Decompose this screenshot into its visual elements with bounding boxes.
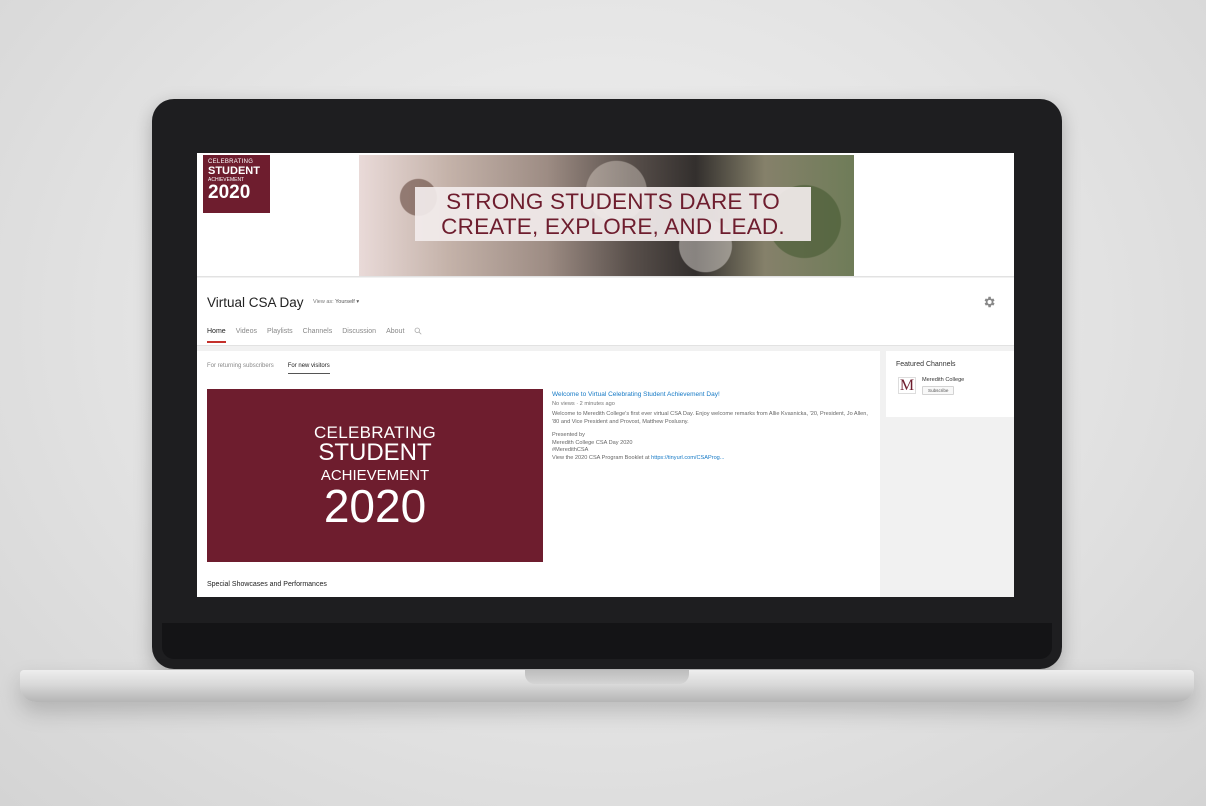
tab-channels[interactable]: Channels: [303, 328, 333, 343]
thumb-line-student: STUDENT: [318, 439, 432, 466]
featured-channels-panel: Featured Channels M Meredith College Sub…: [886, 351, 1014, 417]
laptop-notch: [525, 670, 689, 684]
subtab-new-visitors[interactable]: For new visitors: [287, 363, 330, 374]
csa-logo: CELEBRATING STUDENT ACHIEVEMENT 2020: [203, 155, 270, 213]
logo-line-student: STUDENT: [208, 165, 260, 177]
featured-channels-title: Featured Channels: [896, 361, 956, 368]
video-title-link[interactable]: Welcome to Virtual Celebrating Student A…: [552, 391, 872, 398]
featured-video-info: Welcome to Virtual Celebrating Student A…: [552, 391, 872, 462]
meredith-logo[interactable]: M: [898, 377, 916, 394]
featured-channel-name[interactable]: Meredith College: [922, 377, 964, 383]
logo-line-year: 2020: [208, 182, 251, 203]
booklet-line: View the 2020 CSA Program Booklet at htt…: [552, 455, 872, 463]
main-content: For returning subscribers For new visito…: [197, 351, 880, 597]
search-icon[interactable]: [414, 327, 422, 335]
subtab-returning-subscribers[interactable]: For returning subscribers: [207, 363, 274, 374]
presenter: Meredith College CSA Day 2020: [552, 439, 633, 446]
video-meta: No views · 2 minutes ago: [552, 401, 615, 407]
thumb-line-year: 2020: [323, 480, 427, 532]
channel-tabs: Home Videos Playlists Channels Discussio…: [207, 327, 422, 343]
view-as-dropdown[interactable]: View as: Yourself ▾: [313, 299, 359, 305]
section-title: Special Showcases and Performances: [207, 581, 327, 588]
subscribe-button[interactable]: Subscribe: [922, 386, 955, 395]
tagline-line-1: STRONG STUDENTS DARE TO: [446, 189, 780, 214]
tab-playlists[interactable]: Playlists: [267, 328, 293, 343]
featured-video-thumbnail[interactable]: CELEBRATING STUDENT ACHIEVEMENT 2020: [207, 389, 543, 562]
channel-banner: CELEBRATING STUDENT ACHIEVEMENT 2020 STR…: [197, 153, 1014, 277]
tab-home[interactable]: Home: [207, 328, 226, 343]
tab-discussion[interactable]: Discussion: [342, 328, 376, 343]
presented-by: Presented by: [552, 432, 585, 438]
tab-videos[interactable]: Videos: [236, 328, 257, 343]
tab-about[interactable]: About: [386, 328, 404, 343]
channel-title: Virtual CSA Day: [207, 295, 304, 310]
laptop-screen: CELEBRATING STUDENT ACHIEVEMENT 2020 STR…: [197, 153, 1014, 597]
booklet-text: View the 2020 CSA Program Booklet at: [552, 454, 652, 461]
banner-tagline: STRONG STUDENTS DARE TO CREATE, EXPLORE,…: [415, 187, 811, 241]
gear-icon[interactable]: [982, 295, 996, 309]
hashtag-link[interactable]: #MeredithCSA: [552, 447, 872, 455]
view-as-value: Yourself ▾: [335, 299, 360, 305]
tagline-line-2: CREATE, EXPLORE, AND LEAD.: [441, 214, 785, 239]
channel-header: Virtual CSA Day View as: Yourself ▾ Home…: [197, 278, 1014, 346]
view-as-label: View as:: [313, 299, 334, 305]
video-description: Welcome to Meredith College's first ever…: [552, 411, 868, 425]
booklet-link[interactable]: https://tinyurl.com/CSAProg...: [651, 455, 724, 461]
visitor-subtabs: For returning subscribers For new visito…: [207, 363, 330, 374]
